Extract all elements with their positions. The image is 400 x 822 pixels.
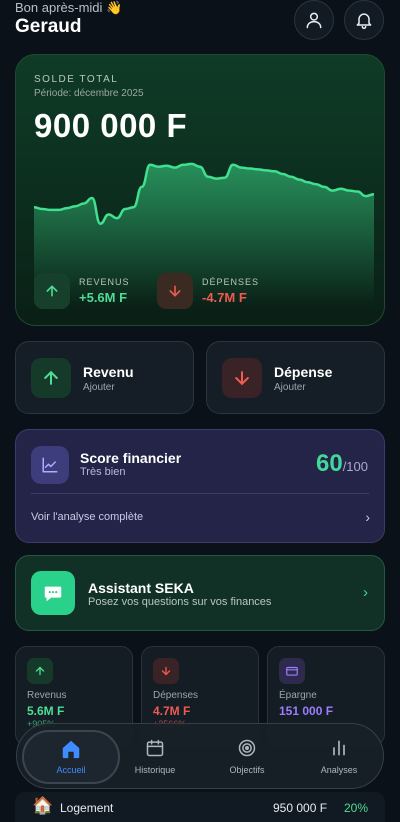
balance-period: Période: décembre 2025 — [34, 88, 144, 99]
category-percent: 20% — [344, 801, 369, 815]
balance-label: SOLDE TOTAL — [34, 74, 119, 85]
profile-button[interactable] — [294, 0, 334, 40]
arrow-down-icon — [157, 273, 193, 309]
revenu-subtitle: Ajouter — [83, 382, 115, 393]
depense-subtitle: Ajouter — [274, 382, 306, 393]
balance-card: SOLDE TOTAL Période: décembre 2025 900 0… — [15, 54, 385, 326]
score-card[interactable]: Score financier Très bien 60/100 Voir l'… — [15, 429, 385, 543]
nav-accueil[interactable]: Accueil — [17, 724, 120, 790]
target-icon — [201, 738, 293, 760]
score-max: /100 — [342, 459, 368, 474]
header: Bon après-midi 👋 Geraud — [15, 0, 385, 44]
category-amount: 950 000 F — [273, 801, 328, 815]
revenu-title: Revenu — [83, 364, 134, 380]
arrow-up-icon — [27, 658, 53, 684]
score-number: 60 — [315, 450, 343, 477]
nav-label: Historique — [134, 765, 176, 775]
home-icon — [25, 738, 117, 760]
bell-icon — [356, 13, 372, 30]
stat-value: 4.7M F — [153, 704, 191, 718]
chat-bubble-icon — [31, 571, 75, 615]
assistant-title: Assistant SEKA — [88, 580, 194, 596]
add-depense-button[interactable]: Dépense Ajouter — [206, 341, 385, 414]
calendar-icon — [109, 738, 201, 760]
arrow-down-icon — [153, 658, 179, 684]
balance-amount: 900 000 F — [34, 107, 188, 144]
greeting-text: Bon après-midi 👋 — [15, 0, 123, 15]
score-value: 60/100 — [316, 450, 368, 478]
arrow-up-icon — [34, 273, 70, 309]
assistant-subtitle: Posez vos questions sur vos finances — [88, 596, 272, 608]
depenses-label: DÉPENSES — [202, 277, 260, 287]
card-icon — [279, 658, 305, 684]
stat-label: Épargne — [279, 690, 317, 701]
bottom-nav: Accueil Historique Objectifs Analyses — [16, 723, 384, 789]
assistant-card[interactable]: Assistant SEKA Posez vos questions sur v… — [15, 555, 385, 631]
nav-objectifs[interactable]: Objectifs — [201, 724, 293, 790]
revenus-label: REVENUS — [79, 277, 130, 287]
score-subtitle: Très bien — [80, 466, 126, 478]
notifications-button[interactable] — [344, 0, 384, 40]
nav-analyses[interactable]: Analyses — [293, 724, 385, 790]
nav-label: Accueil — [56, 765, 86, 775]
category-name: Logement — [60, 801, 114, 815]
nav-label: Objectifs — [229, 765, 265, 775]
stat-label: Revenus — [27, 690, 67, 701]
arrow-down-icon — [222, 358, 262, 398]
chart-line-icon — [31, 446, 69, 484]
stat-value: 151 000 F — [279, 704, 334, 718]
nav-historique[interactable]: Historique — [109, 724, 201, 790]
user-name: Geraud — [15, 16, 82, 37]
revenus-value: +5.6M F — [79, 290, 128, 305]
nav-label: Analyses — [320, 765, 358, 775]
divider — [31, 493, 369, 494]
house-icon: 🏠 — [32, 796, 54, 815]
analysis-link[interactable]: Voir l'analyse complète — [31, 511, 143, 523]
score-title: Score financier — [80, 450, 182, 466]
arrow-up-icon — [31, 358, 71, 398]
category-row-logement[interactable]: 🏠 Logement 950 000 F 20% — [15, 792, 385, 822]
stat-value: 5.6M F — [27, 704, 65, 718]
chevron-right-icon: › — [365, 509, 370, 525]
bar-chart-icon — [293, 738, 385, 760]
user-icon — [306, 12, 322, 29]
stat-label: Dépenses — [153, 690, 199, 701]
depense-title: Dépense — [274, 364, 333, 380]
depenses-value: -4.7M F — [202, 290, 247, 305]
chevron-right-icon: › — [363, 584, 368, 601]
add-revenu-button[interactable]: Revenu Ajouter — [15, 341, 194, 414]
